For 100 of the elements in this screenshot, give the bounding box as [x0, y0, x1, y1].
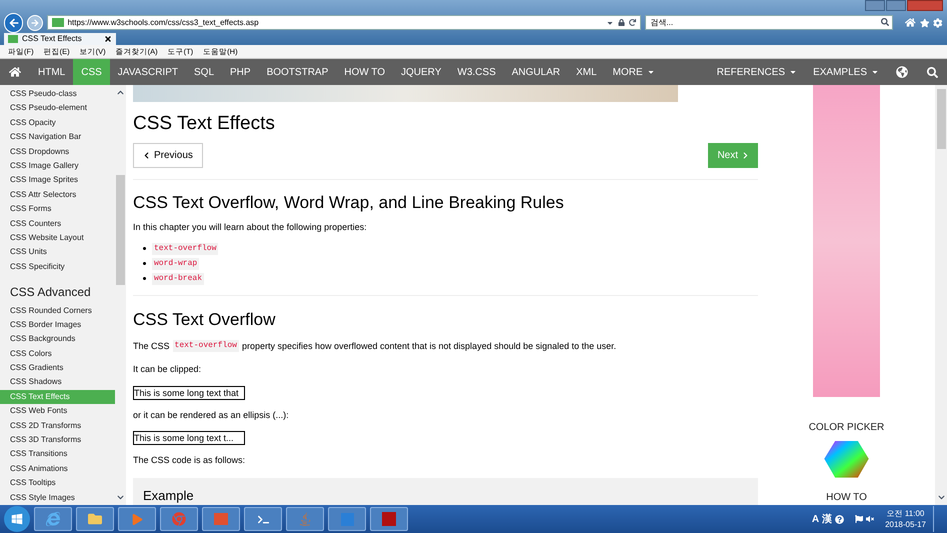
- chevron-left-icon: [143, 152, 150, 159]
- chevron-right-icon: [742, 152, 749, 159]
- search-icon[interactable]: [881, 18, 890, 26]
- nav-tab[interactable]: EXAMPLES: [805, 59, 887, 85]
- forward-button[interactable]: [27, 14, 43, 30]
- section-heading: CSS Text Overflow: [133, 308, 276, 330]
- code-text: text-overflow: [172, 340, 239, 352]
- sidebar-item[interactable]: CSS Animations: [0, 462, 115, 476]
- globe-icon[interactable]: [896, 66, 908, 78]
- settings-icon[interactable]: [933, 18, 944, 28]
- nav-tab[interactable]: PHP: [222, 59, 259, 85]
- back-button[interactable]: [4, 12, 24, 32]
- close-tab-icon[interactable]: [104, 35, 112, 43]
- sidebar-item[interactable]: CSS 2D Transforms: [0, 418, 115, 434]
- scrollbar-thumb[interactable]: [936, 89, 946, 149]
- lock-icon: [618, 19, 626, 26]
- code-text: text-overflow: [152, 242, 218, 254]
- sidebar-item[interactable]: CSS Attr Selectors: [0, 188, 115, 202]
- taskbar-app-icon[interactable]: [76, 507, 114, 531]
- scrollbar-thumb[interactable]: [116, 175, 125, 285]
- sidebar-heading: CSS Advanced: [9, 284, 92, 301]
- sidebar-item[interactable]: CSS Units: [0, 245, 115, 260]
- bullet-icon: [143, 247, 146, 250]
- paragraph: In this chapter you will learn about the following properties:: [133, 221, 368, 234]
- arrow-right-icon: [30, 18, 39, 26]
- sidebar-item[interactable]: CSS Style Images: [0, 490, 115, 505]
- sidebar-item[interactable]: CSS Forms: [0, 202, 115, 217]
- color-picker-label: COLOR PICKER: [808, 421, 884, 436]
- sidebar-item[interactable]: CSS Tooltips: [0, 476, 115, 491]
- example-heading: Example: [143, 486, 195, 505]
- paragraph: The CSS code is as follows:: [133, 454, 246, 467]
- refresh-icon[interactable]: [629, 19, 636, 26]
- taskbar-app-icon[interactable]: [160, 507, 198, 531]
- bullet-icon: [143, 262, 146, 265]
- maximize-button[interactable]: [886, 0, 906, 11]
- sidebar-item[interactable]: CSS Image Sprites: [0, 173, 115, 188]
- nav-tab[interactable]: HOW TO: [336, 59, 394, 85]
- tab-title: CSS Text Effects: [22, 33, 83, 45]
- bullet-icon: [143, 277, 146, 280]
- section-label: HOW TO: [826, 491, 867, 505]
- ime-indicator[interactable]: 漢: [822, 512, 832, 526]
- sidebar-item[interactable]: CSS Colors: [0, 346, 115, 362]
- sidebar-item[interactable]: CSS Website Layout: [0, 230, 115, 246]
- sidebar-item[interactable]: CSS Opacity: [0, 116, 115, 130]
- search-field[interactable]: 검색...: [645, 15, 894, 30]
- sidebar-item[interactable]: CSS Border Images: [0, 318, 115, 332]
- scrollbar[interactable]: [935, 85, 947, 505]
- home-icon[interactable]: [905, 17, 916, 28]
- sidebar-item[interactable]: CSS Pseudo-element: [0, 101, 115, 116]
- sidebar-item[interactable]: CSS Transitions: [0, 447, 115, 462]
- nav-tab[interactable]: XML: [568, 59, 605, 85]
- clock-date: 2018-05-17: [885, 519, 926, 530]
- nav-tab[interactable]: JAVASCRIPT: [110, 59, 186, 85]
- nav-tab[interactable]: W3.CSS: [449, 59, 504, 85]
- paragraph: The CSS: [133, 340, 170, 352]
- previous-button[interactable]: Previous: [133, 143, 203, 168]
- minimize-button[interactable]: [865, 0, 885, 11]
- scroll-down-icon[interactable]: [117, 494, 124, 501]
- site-favicon-icon: [8, 35, 18, 43]
- help-icon[interactable]: [835, 514, 844, 524]
- sidebar-item[interactable]: CSS Specificity: [0, 260, 115, 274]
- taskbar-app-icon[interactable]: [370, 507, 408, 531]
- paragraph: property specifies how overflowed content that is not displayed should be signaled to the user.: [242, 340, 616, 353]
- nav-tab[interactable]: JQUERY: [393, 59, 450, 85]
- sidebar-item[interactable]: CSS Image Gallery: [0, 158, 115, 174]
- browser-tab[interactable]: CSS Text Effects: [4, 33, 116, 45]
- ime-indicator[interactable]: A: [812, 512, 820, 526]
- sidebar-item[interactable]: CSS 3D Transforms: [0, 433, 115, 448]
- color-wheel-icon[interactable]: [824, 441, 869, 478]
- url-text: https://www.w3schools.com/css/css3_text_effects.asp: [68, 16, 260, 28]
- ellipsis-text-demo: This is some long text t...: [133, 431, 245, 445]
- windows-logo-icon: [11, 513, 23, 525]
- sidebar-item[interactable]: CSS Navigation Bar: [0, 130, 115, 145]
- sidebar-item[interactable]: CSS Backgrounds: [0, 332, 115, 347]
- search-icon[interactable]: [926, 66, 938, 78]
- code-text: word-break: [152, 272, 204, 284]
- taskbar-app-icon[interactable]: [244, 507, 282, 531]
- clock-time: 오전 11:00: [886, 508, 924, 519]
- sidebar-item[interactable]: CSS Gradients: [0, 361, 115, 376]
- nav-tab[interactable]: ANGULAR: [504, 59, 568, 85]
- sidebar-item[interactable]: CSS Counters: [0, 216, 115, 231]
- nav-tab[interactable]: BOOTSTRAP: [258, 59, 336, 85]
- code-text: word-wrap: [152, 258, 200, 270]
- start-button[interactable]: [4, 506, 30, 532]
- speaker-icon[interactable]: [866, 515, 874, 523]
- nav-tab[interactable]: SQL: [186, 59, 222, 85]
- nav-tab[interactable]: REFERENCES: [708, 59, 806, 85]
- sidebar-item[interactable]: CSS Web Fonts: [0, 404, 115, 419]
- address-field[interactable]: https://www.w3schools.com/css/css3_text_effects.asp: [46, 15, 642, 30]
- scroll-up-icon[interactable]: [117, 89, 124, 96]
- sidebar-item[interactable]: CSS Shadows: [0, 375, 115, 390]
- star-icon[interactable]: [920, 18, 930, 28]
- scroll-down-icon[interactable]: [938, 494, 944, 501]
- sidebar-item[interactable]: CSS Pseudo-class: [0, 87, 115, 102]
- sidebar-item[interactable]: CSS Dropdowns: [0, 144, 115, 159]
- nav-tab[interactable]: HTML: [30, 59, 74, 85]
- sidebar-item[interactable]: CSS Rounded Corners: [0, 304, 115, 318]
- paragraph: It can be clipped:: [133, 363, 202, 376]
- nav-tab[interactable]: MORE: [604, 59, 663, 85]
- flag-icon[interactable]: [855, 515, 864, 523]
